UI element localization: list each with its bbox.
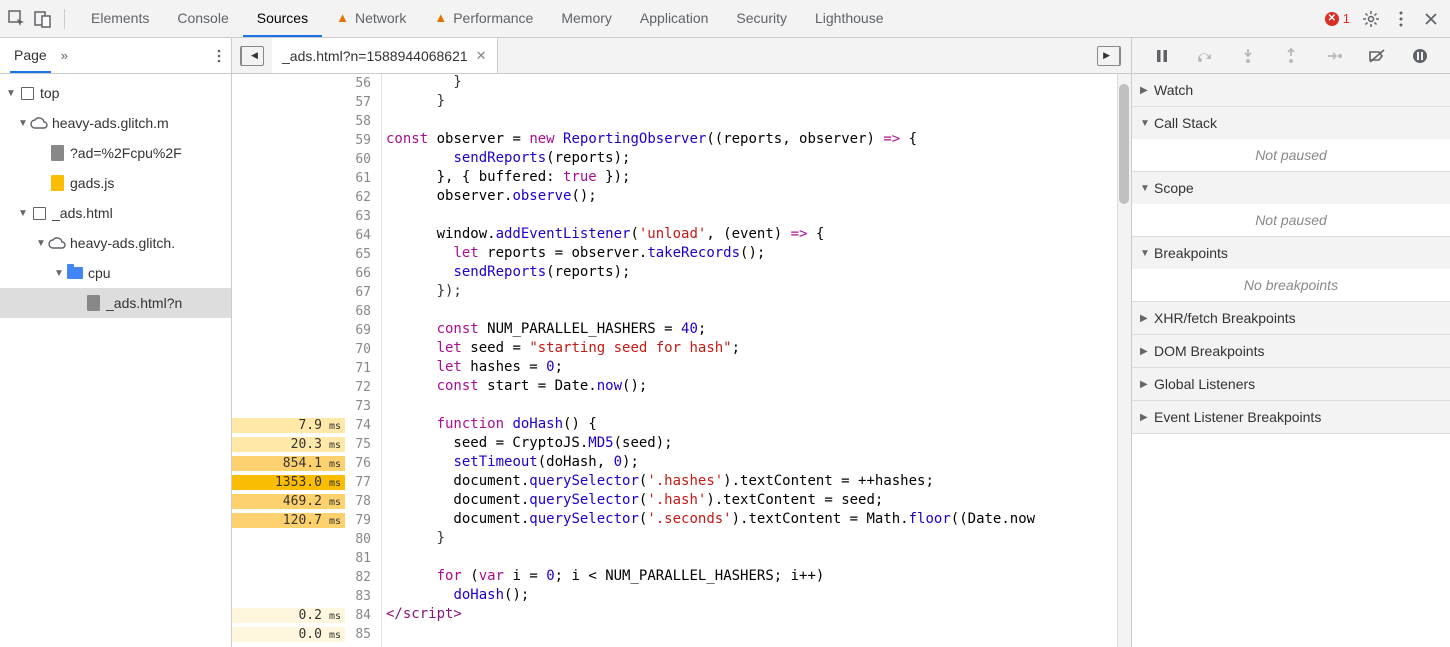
step-out-button[interactable] <box>1281 46 1301 66</box>
code-content[interactable]: } }const observer = new ReportingObserve… <box>382 74 1131 647</box>
tree-domain[interactable]: ▼heavy-ads.glitch.m <box>0 108 231 138</box>
devtools-main-toolbar: Elements Console Sources ▲Network ▲Perfo… <box>0 0 1450 38</box>
line-gutter: 5657585960616263646566676869707172737.9 … <box>232 74 382 647</box>
tree-file-selected[interactable]: _ads.html?n <box>0 288 231 318</box>
debugger-panel: ▶Watch ▼Call Stack Not paused ▼Scope Not… <box>1132 38 1450 647</box>
file-tab-label: _ads.html?n=1588944068621 <box>282 48 468 64</box>
debugger-toggle-button[interactable]: ▶ <box>1097 46 1121 66</box>
inspect-element-icon[interactable] <box>8 10 26 28</box>
settings-icon[interactable] <box>1362 10 1380 28</box>
tab-application[interactable]: Application <box>626 0 723 37</box>
close-icon[interactable] <box>1422 10 1440 28</box>
close-tab-icon[interactable]: ✕ <box>476 48 487 64</box>
warning-icon: ▲ <box>434 10 447 25</box>
debugger-toolbar <box>1132 38 1450 74</box>
step-button[interactable] <box>1324 46 1344 66</box>
tab-security[interactable]: Security <box>722 0 801 37</box>
tree-domain[interactable]: ▼heavy-ads.glitch. <box>0 228 231 258</box>
xhr-breakpoints-header[interactable]: ▶XHR/fetch Breakpoints <box>1132 302 1450 334</box>
tree-folder[interactable]: ▼cpu <box>0 258 231 288</box>
code-editor[interactable]: 5657585960616263646566676869707172737.9 … <box>232 74 1131 647</box>
dom-breakpoints-header[interactable]: ▶DOM Breakpoints <box>1132 335 1450 367</box>
callstack-section-header[interactable]: ▼Call Stack <box>1132 107 1450 139</box>
navigator-sidebar: Page » ▼top ▼heavy-ads.glitch.m ?ad=%2Fc… <box>0 38 232 647</box>
event-listener-breakpoints-header[interactable]: ▶Event Listener Breakpoints <box>1132 401 1450 433</box>
tab-network[interactable]: ▲Network <box>322 0 420 37</box>
breakpoints-section-header[interactable]: ▼Breakpoints <box>1132 237 1450 269</box>
breakpoints-body: No breakpoints <box>1132 269 1450 301</box>
pause-on-exceptions-button[interactable] <box>1410 46 1430 66</box>
tab-console[interactable]: Console <box>163 0 242 37</box>
error-count-badge[interactable]: ✕ 1 <box>1325 11 1350 26</box>
editor-panel: ◀ _ads.html?n=1588944068621 ✕ ▶ 56575859… <box>232 38 1132 647</box>
navigator-more-tabs-icon[interactable]: » <box>61 48 68 63</box>
navigator-toggle-button[interactable]: ◀ <box>240 46 264 66</box>
navigator-menu-icon[interactable] <box>217 49 221 63</box>
file-tree: ▼top ▼heavy-ads.glitch.m ?ad=%2Fcpu%2F g… <box>0 74 231 322</box>
scrollbar-thumb[interactable] <box>1119 84 1129 204</box>
navigator-tab-page[interactable]: Page <box>10 47 51 73</box>
tree-frame[interactable]: ▼_ads.html <box>0 198 231 228</box>
step-into-button[interactable] <box>1238 46 1258 66</box>
step-over-button[interactable] <box>1195 46 1215 66</box>
tab-lighthouse[interactable]: Lighthouse <box>801 0 898 37</box>
scope-body: Not paused <box>1132 204 1450 236</box>
watch-section-header[interactable]: ▶Watch <box>1132 74 1450 106</box>
tab-memory[interactable]: Memory <box>547 0 626 37</box>
deactivate-breakpoints-button[interactable] <box>1367 46 1387 66</box>
pause-button[interactable] <box>1152 46 1172 66</box>
editor-file-tab[interactable]: _ads.html?n=1588944068621 ✕ <box>272 38 498 73</box>
tree-frame-top[interactable]: ▼top <box>0 78 231 108</box>
tab-elements[interactable]: Elements <box>77 0 163 37</box>
vertical-scrollbar[interactable] <box>1117 74 1131 647</box>
main-tab-bar: Elements Console Sources ▲Network ▲Perfo… <box>77 0 898 37</box>
tab-performance[interactable]: ▲Performance <box>420 0 547 37</box>
tab-sources[interactable]: Sources <box>243 0 322 37</box>
error-icon: ✕ <box>1325 12 1339 26</box>
tree-file[interactable]: ?ad=%2Fcpu%2F <box>0 138 231 168</box>
scope-section-header[interactable]: ▼Scope <box>1132 172 1450 204</box>
device-toggle-icon[interactable] <box>34 10 52 28</box>
callstack-body: Not paused <box>1132 139 1450 171</box>
global-listeners-header[interactable]: ▶Global Listeners <box>1132 368 1450 400</box>
more-menu-icon[interactable] <box>1392 10 1410 28</box>
warning-icon: ▲ <box>336 10 349 25</box>
tree-file[interactable]: gads.js <box>0 168 231 198</box>
